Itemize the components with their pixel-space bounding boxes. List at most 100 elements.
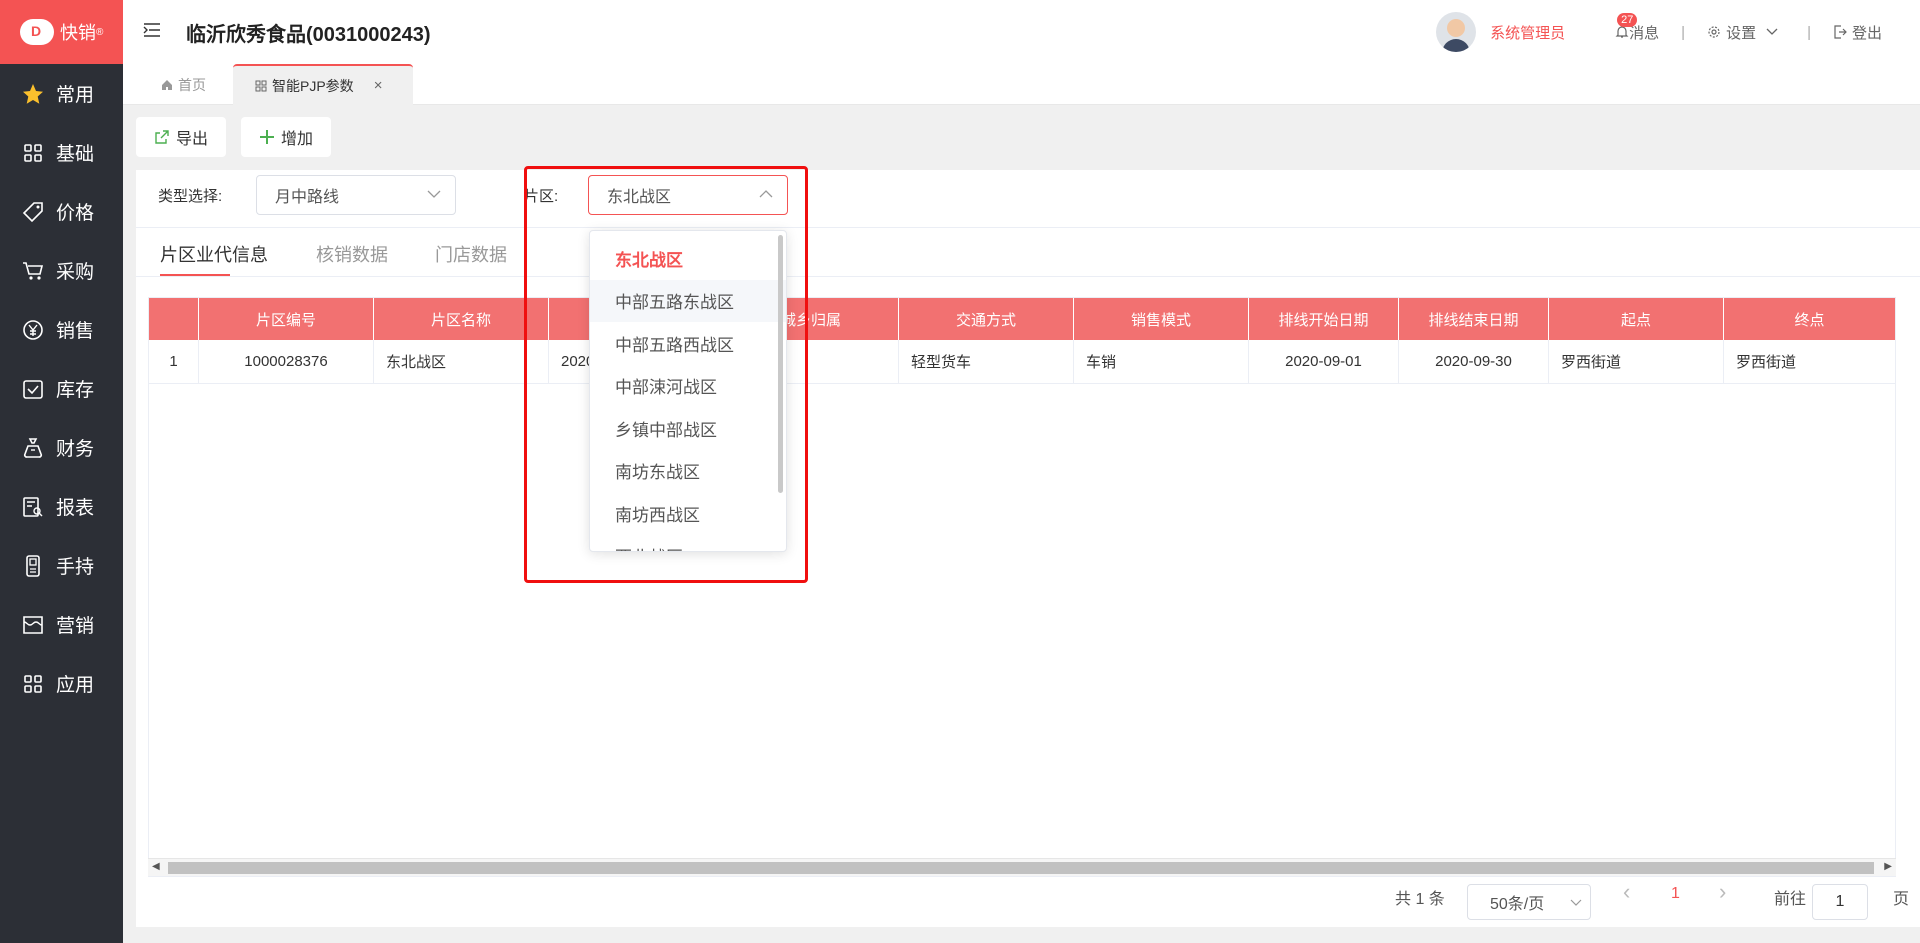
sidebar-item-6[interactable]: 库存 xyxy=(0,359,123,418)
sidebar-item-label: 营销 xyxy=(56,616,95,637)
table-cell: 2020-09-01 xyxy=(1249,340,1399,383)
tab-smart-pjp-label: 智能PJP参数 xyxy=(272,77,354,94)
next-page-button[interactable]: › xyxy=(1719,879,1726,905)
column-header[interactable]: 交通方式 xyxy=(899,298,1074,340)
bell-icon xyxy=(1615,26,1629,38)
dropdown-option[interactable]: 乡镇中部战区 xyxy=(590,407,786,450)
logout-button[interactable]: 登出 xyxy=(1833,22,1882,43)
dropdown-option[interactable]: 中部涑河战区 xyxy=(590,365,786,408)
sidebar-item-label: 财务 xyxy=(56,439,95,460)
dropdown-scrollbar[interactable] xyxy=(778,235,783,493)
table-cell: 2020-09-30 xyxy=(1399,340,1549,383)
sidebar-item-label: 应用 xyxy=(56,675,95,696)
table-header: 片区编号 片区名称 城乡归属 交通方式 销售模式 排线开始日期 排线结束日期 起点 终点 xyxy=(149,298,1895,340)
area-select[interactable]: 东北战区 xyxy=(588,175,788,215)
sidebar-item-11[interactable]: 应用 xyxy=(0,654,123,713)
goto-page-input[interactable]: 1 xyxy=(1812,884,1868,920)
sidebar-item-label: 采购 xyxy=(56,262,95,283)
logo-mark: ® xyxy=(96,26,104,38)
subtab-area-agent-info[interactable]: 片区业代信息 xyxy=(160,241,268,267)
sidebar: 快销® 常用基础价格采购销售库存财务报表手持营销应用 xyxy=(0,0,123,943)
settings-button[interactable]: 设置 xyxy=(1707,22,1783,43)
sidebar-item-4[interactable]: 采购 xyxy=(0,241,123,300)
column-header[interactable]: 终点 xyxy=(1724,298,1895,340)
handheld-icon xyxy=(22,554,44,577)
sidebar-item-label: 报表 xyxy=(56,498,95,519)
sidebar-item-7[interactable]: 财务 xyxy=(0,418,123,477)
chevron-down-icon xyxy=(427,190,441,198)
column-header[interactable]: 起点 xyxy=(1549,298,1724,340)
settings-label: 设置 xyxy=(1726,24,1757,42)
sidebar-item-label: 销售 xyxy=(56,321,95,342)
sidebar-item-5[interactable]: 销售 xyxy=(0,300,123,359)
menu-toggle-icon[interactable] xyxy=(143,22,163,43)
app-logo[interactable]: 快销® xyxy=(0,0,123,64)
gear-icon xyxy=(1708,26,1720,38)
messages-button[interactable]: 27 消息 xyxy=(1615,12,1659,43)
sidebar-item-1[interactable]: 常用 xyxy=(0,64,123,123)
header-separator: | xyxy=(1681,23,1686,41)
star-icon xyxy=(22,83,44,105)
dropdown-option[interactable]: 东北战区 xyxy=(590,237,786,280)
page-tabs-bar: 首页 智能PJP参数 × xyxy=(123,64,1920,105)
subtab-writeoff-data[interactable]: 核销数据 xyxy=(316,241,388,267)
dropdown-option[interactable]: 南坊西战区 xyxy=(590,492,786,535)
current-page[interactable]: 1 xyxy=(1671,885,1680,903)
scrollbar-thumb[interactable] xyxy=(168,862,1874,874)
column-header[interactable] xyxy=(149,298,199,340)
dropdown-option[interactable]: 中部五路西战区 xyxy=(590,322,786,365)
type-select[interactable]: 月中路线 xyxy=(256,175,456,215)
dropdown-option[interactable]: 西北战区 xyxy=(590,535,786,551)
yen-icon xyxy=(22,319,44,341)
company-title: 临沂欣秀食品(0031000243) xyxy=(186,23,431,46)
chevron-down-icon xyxy=(1766,28,1778,35)
page-size-select[interactable]: 50条/页 xyxy=(1467,884,1591,920)
tab-smart-pjp[interactable]: 智能PJP参数 × xyxy=(233,64,413,105)
logout-label: 登出 xyxy=(1851,24,1882,42)
table-cell: 1 xyxy=(149,340,199,383)
plus-icon xyxy=(260,130,274,144)
prev-page-button[interactable]: ‹ xyxy=(1623,879,1630,905)
close-tab-icon[interactable]: × xyxy=(374,77,383,94)
area-select-value: 东北战区 xyxy=(607,189,672,206)
column-header[interactable]: 销售模式 xyxy=(1074,298,1249,340)
export-button[interactable]: 导出 xyxy=(136,117,227,157)
column-header[interactable]: 排线开始日期 xyxy=(1249,298,1399,340)
column-header[interactable]: 排线结束日期 xyxy=(1399,298,1549,340)
tab-home[interactable]: 首页 xyxy=(161,64,206,105)
column-header[interactable]: 片区名称 xyxy=(374,298,549,340)
store-icon xyxy=(22,614,44,636)
table-row[interactable]: 1 1000028376 东北战区 2020 轻型货车 车销 2020-09-01 2020-… xyxy=(149,340,1895,384)
table-cell: 轻型货车 xyxy=(899,340,1074,383)
scroll-left-icon[interactable]: ◀ xyxy=(152,861,160,872)
sidebar-item-10[interactable]: 营销 xyxy=(0,595,123,654)
message-count-badge: 27 xyxy=(1617,12,1638,27)
scroll-right-icon[interactable]: ▶ xyxy=(1884,861,1892,872)
sidebar-item-9[interactable]: 手持 xyxy=(0,536,123,595)
subtab-store-data[interactable]: 门店数据 xyxy=(435,241,507,267)
divider xyxy=(136,227,1920,228)
divider xyxy=(136,276,1920,277)
column-header[interactable]: 片区编号 xyxy=(199,298,374,340)
cloud-logo-icon xyxy=(20,19,54,45)
sidebar-item-8[interactable]: 报表 xyxy=(0,477,123,536)
sidebar-item-2[interactable]: 基础 xyxy=(0,123,123,182)
tab-home-label: 首页 xyxy=(178,76,206,93)
horizontal-scrollbar[interactable]: ◀ ▶ xyxy=(148,858,1896,876)
grid-icon xyxy=(255,80,267,91)
dropdown-option[interactable]: 中部五路东战区 xyxy=(590,279,786,322)
sidebar-item-label: 手持 xyxy=(56,557,95,578)
area-dropdown-menu: 东北战区 中部五路东战区 中部五路西战区 中部涑河战区 乡镇中部战区 南坊东战区 南坊西战区… xyxy=(589,230,787,552)
data-table: 片区编号 片区名称 城乡归属 交通方式 销售模式 排线开始日期 排线结束日期 起点 终点 1 10… xyxy=(148,297,1896,877)
table-cell: 1000028376 xyxy=(199,340,374,383)
home-icon xyxy=(162,79,172,90)
sidebar-item-3[interactable]: 价格 xyxy=(0,182,123,241)
avatar[interactable] xyxy=(1436,12,1477,52)
add-button[interactable]: 增加 xyxy=(241,117,332,157)
export-label: 导出 xyxy=(176,131,209,148)
logout-icon xyxy=(1834,25,1847,39)
table-cell: 罗西街道 xyxy=(1549,340,1724,383)
dropdown-option[interactable]: 南坊东战区 xyxy=(590,450,786,493)
user-name[interactable]: 系统管理员 xyxy=(1490,22,1565,43)
money-bag-icon xyxy=(22,437,44,459)
